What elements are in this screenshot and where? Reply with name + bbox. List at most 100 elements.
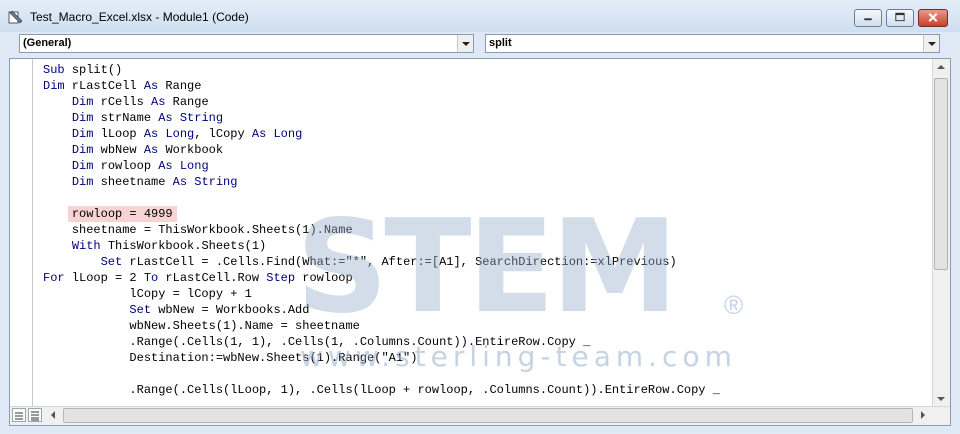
horizontal-scrollbar[interactable] (10, 406, 950, 425)
code-keyword: Dim (71, 95, 94, 109)
chevron-down-icon[interactable] (923, 35, 939, 52)
code-line[interactable]: Set wbNew = Workbooks.Add (43, 302, 933, 318)
code-keyword: Dim (43, 79, 65, 93)
code-keyword: As (158, 111, 173, 125)
highlighted-code: rowloop = 4999 (67, 206, 177, 222)
code-text: rowloop (295, 271, 353, 285)
code-line[interactable]: .Range(.Cells(lLoop, 1), .Cells(lLoop + … (43, 382, 933, 398)
code-line[interactable]: For lLoop = 2 To rLastCell.Row Step rowl… (43, 270, 933, 286)
vertical-scrollbar[interactable] (932, 59, 950, 407)
maximize-icon (895, 12, 905, 22)
code-text: rowloop (93, 159, 159, 173)
object-combo[interactable]: (General) (19, 34, 474, 53)
code-line[interactable]: Dim wbNew As Workbook (43, 142, 933, 158)
code-keyword: As (158, 159, 173, 173)
code-line[interactable] (43, 190, 933, 206)
code-keyword: String (179, 111, 224, 125)
code-text: wbNew (93, 143, 144, 157)
margin-indicator-bar[interactable] (10, 59, 33, 407)
scroll-down-icon[interactable] (933, 390, 950, 407)
code-line[interactable]: Dim strName As String (43, 110, 933, 126)
full-module-view-icon[interactable] (28, 408, 42, 422)
procedure-view-icon[interactable] (12, 408, 26, 422)
chevron-down-icon[interactable] (457, 35, 473, 52)
code-text: Workbook (158, 143, 224, 157)
vba-module-icon (8, 10, 23, 24)
code-keyword: Dim (71, 159, 94, 173)
code-keyword: As (151, 95, 166, 109)
code-line[interactable]: Destination:=wbNew.Sheets(1).Range("A1") (43, 350, 933, 366)
code-line[interactable]: .Range(.Cells(1, 1), .Cells(1, .Columns.… (43, 334, 933, 350)
scroll-right-icon[interactable] (914, 407, 931, 424)
code-keyword: Set (100, 255, 123, 269)
code-line[interactable]: rowloop = 4999 (43, 206, 933, 222)
code-text: lLoop (93, 127, 144, 141)
code-keyword: As (143, 79, 159, 93)
code-keyword: Set (129, 303, 152, 317)
code-area[interactable]: Sub split() Dim rLastCell As Range Dim rC… (43, 62, 933, 406)
code-line[interactable] (43, 366, 933, 382)
maximize-button[interactable] (886, 9, 914, 27)
procedure-combo-value: split (489, 37, 512, 49)
horizontal-scroll-thumb[interactable] (63, 408, 913, 423)
code-text: Range (165, 95, 209, 109)
code-text: .Range(.Cells(lLoop, 1), .Cells(lLoop + … (43, 383, 720, 397)
code-text: Range (158, 79, 202, 93)
code-line[interactable]: sheetname = ThisWorkbook.Sheets(1).Name (43, 222, 933, 238)
code-keyword: As (143, 127, 159, 141)
code-line[interactable]: lCopy = lCopy + 1 (43, 286, 933, 302)
scroll-left-icon[interactable] (45, 407, 62, 424)
code-keyword: For (43, 271, 65, 285)
close-icon (928, 13, 938, 22)
code-keyword: As (172, 175, 188, 189)
code-text: lCopy = lCopy + 1 (43, 287, 252, 301)
code-keyword: Long (273, 127, 303, 141)
code-line[interactable]: Set rLastCell = .Cells.Find(What:="*", A… (43, 254, 933, 270)
code-text: sheetname = ThisWorkbook.Sheets(1).Name (43, 223, 353, 237)
code-line[interactable]: wbNew.Sheets(1).Name = sheetname (43, 318, 933, 334)
title-bar[interactable]: Test_Macro_Excel.xlsx - Module1 (Code) (0, 0, 960, 32)
code-keyword: Dim (71, 175, 94, 189)
code-text: Destination:=wbNew.Sheets(1).Range("A1") (43, 351, 418, 365)
code-text: ThisWorkbook.Sheets(1) (100, 239, 267, 253)
code-line[interactable]: Dim rCells As Range (43, 94, 933, 110)
code-keyword: With (71, 239, 101, 253)
code-text: , lCopy (194, 127, 252, 141)
code-text: .Range(.Cells(1, 1), .Cells(1, .Columns.… (43, 335, 591, 349)
code-keyword: Long (179, 159, 209, 173)
code-line[interactable]: Sub split() (43, 62, 933, 78)
code-keyword: As (143, 143, 159, 157)
code-keyword: Long (165, 127, 195, 141)
close-button[interactable] (918, 9, 948, 27)
code-keyword: Dim (71, 143, 94, 157)
code-editor[interactable]: Sub split() Dim rLastCell As Range Dim rC… (9, 58, 951, 426)
code-line[interactable]: With ThisWorkbook.Sheets(1) (43, 238, 933, 254)
code-line[interactable]: Dim lLoop As Long, lCopy As Long (43, 126, 933, 142)
code-text: wbNew = Workbooks.Add (151, 303, 310, 317)
code-text: sheetname (93, 175, 173, 189)
code-keyword: Dim (71, 127, 94, 141)
procedure-combo[interactable]: split (485, 34, 940, 53)
code-text: split() (64, 63, 123, 77)
code-line[interactable]: Dim rowloop As Long (43, 158, 933, 174)
vertical-scroll-thumb[interactable] (934, 78, 948, 270)
scroll-up-icon[interactable] (933, 59, 950, 76)
code-keyword: String (194, 175, 238, 189)
code-text: wbNew.Sheets(1).Name = sheetname (43, 319, 360, 333)
minimize-button[interactable] (854, 9, 882, 27)
code-line[interactable]: Dim sheetname As String (43, 174, 933, 190)
code-text: rLastCell = .Cells.Find(What:="*", After… (122, 255, 677, 269)
code-text: rLastCell.Row (158, 271, 267, 285)
code-line[interactable]: Dim rLastCell As Range (43, 78, 933, 94)
code-text: rLastCell (64, 79, 144, 93)
code-keyword: Step (266, 271, 296, 285)
